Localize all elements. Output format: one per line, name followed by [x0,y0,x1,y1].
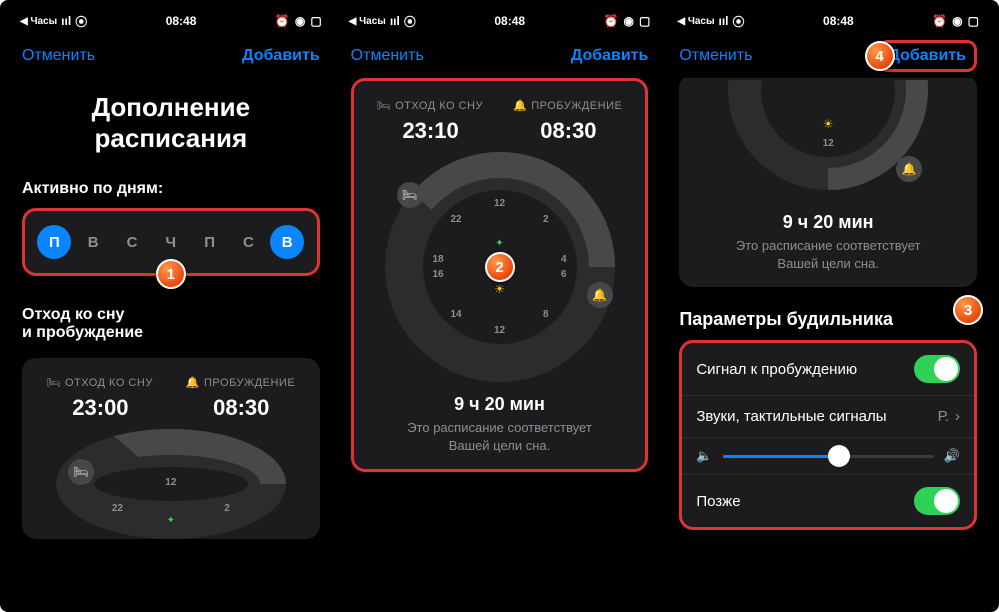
day-thu[interactable]: Ч [154,225,188,259]
snooze-row: Позже [682,475,974,527]
bedtime-section-label: Отход ко снуи пробуждение [22,306,320,342]
waketime-value: 08:30 [213,395,269,421]
duration-subtitle: Это расписание соответствуетВашей цели с… [687,237,969,273]
volume-high-icon: 🔊 [944,448,960,464]
bed-icon: 🛏 [47,377,61,389]
phone-screen-1: ◀︎ Часыııl⦿ 08:48 ⏰◉▢ Отменить Добавить … [8,8,334,604]
day-sun[interactable]: В [270,225,304,259]
sun-icon: ☀ [494,282,505,296]
callout-2: 2 [485,252,515,282]
sleep-dial[interactable]: 12 2 4 6 8 12 14 16 18 22 ✦ ☀ 2 🛏 🔔 [385,152,615,382]
nav-bar: Отменить Добавить [8,34,334,78]
back-to-clock[interactable]: ◀︎ Часы [677,16,714,27]
snooze-toggle[interactable] [914,487,960,515]
day-selector: П В С Ч П С В 1 [22,208,320,276]
page-title: Дополнениерасписания [22,92,320,154]
status-bar: ◀︎ Часыııl⦿ 08:48 ⏰◉▢ [8,8,334,34]
bedtime-value: 23:00 [72,395,128,421]
wake-signal-row: Сигнал к пробуждению [682,343,974,396]
nav-bar: Отменить 4 Добавить [665,34,991,78]
callout-4: 4 [865,41,895,71]
add-button[interactable]: Добавить [571,47,649,65]
day-wed[interactable]: С [115,225,149,259]
bed-handle[interactable]: 🛏 [397,182,423,208]
cancel-button[interactable]: Отменить [679,47,752,65]
bedtime-value: 23:10 [402,118,458,144]
active-days-label: Активно по дням: [22,180,320,198]
day-fri[interactable]: П [193,225,227,259]
back-to-clock[interactable]: ◀︎ Часы [349,16,386,27]
day-mon[interactable]: П [37,225,71,259]
bell-icon: 🔔 [186,377,200,389]
callout-1: 1 [156,259,186,289]
bed-icon: 🛏 [377,100,391,112]
back-to-clock[interactable]: ◀︎ Часы [20,16,57,27]
duration-subtitle: Это расписание соответствуетВашей цели с… [362,419,638,455]
cancel-button[interactable]: Отменить [22,47,95,65]
sounds-row[interactable]: Звуки, тактильные сигналы Р.› [682,396,974,438]
callout-3: 3 [953,295,983,325]
sleep-duration: 9 ч 20 мин [362,394,638,415]
star-icon: ✦ [167,515,175,526]
star-icon: ✦ [495,238,503,249]
cancel-button[interactable]: Отменить [351,47,424,65]
day-sat[interactable]: С [231,225,265,259]
alarm-options-header: Параметры будильника 3 [679,309,977,330]
alarm-options-card: Сигнал к пробуждению Звуки, тактильные с… [679,340,977,530]
sleep-summary-card: 12 ☀ 🔔 9 ч 20 мин Это расписание соответ… [679,78,977,287]
add-button[interactable]: Добавить [242,47,320,65]
sleep-card: 🛏ОТХОД КО СНУ🔔ПРОБУЖДЕНИЕ 23:0008:30 12 … [22,358,320,539]
sleep-dial-partial[interactable]: 12 22 2 ✦ 🛏 [56,429,286,539]
add-button-highlight: 4 Добавить [878,40,978,72]
status-bar: ◀︎ Часыııl⦿ 08:48 ⏰◉▢ [665,8,991,34]
chevron-right-icon: › [955,408,960,425]
status-bar: ◀︎ Часыııl⦿ 08:48 ⏰◉▢ [337,8,663,34]
nav-bar: Отменить Добавить [337,34,663,78]
bell-handle[interactable]: 🔔 [587,282,613,308]
add-button[interactable]: Добавить [889,47,967,65]
volume-low-icon: 🔈 [696,448,712,464]
status-time: 08:48 [823,14,854,28]
sleep-dial-small[interactable]: 12 ☀ 🔔 [728,80,928,200]
waketime-value: 08:30 [540,118,596,144]
volume-row: 🔈 🔊 [682,438,974,475]
status-time: 08:48 [494,14,525,28]
status-time: 08:48 [166,14,197,28]
bell-icon: 🔔 [513,100,527,112]
day-tue[interactable]: В [76,225,110,259]
sun-icon: ☀ [823,117,834,131]
phone-screen-2: ◀︎ Часыııl⦿ 08:48 ⏰◉▢ Отменить Добавить … [337,8,663,604]
sleep-duration: 9 ч 20 мин [687,212,969,233]
volume-slider[interactable] [723,455,934,458]
wake-signal-toggle[interactable] [914,355,960,383]
sleep-dial-card: 🛏ОТХОД КО СНУ🔔ПРОБУЖДЕНИЕ 23:1008:30 12 … [351,78,649,472]
phone-screen-3: ◀︎ Часыııl⦿ 08:48 ⏰◉▢ Отменить 4 Добавит… [665,8,991,604]
bell-handle[interactable]: 🔔 [896,156,922,182]
